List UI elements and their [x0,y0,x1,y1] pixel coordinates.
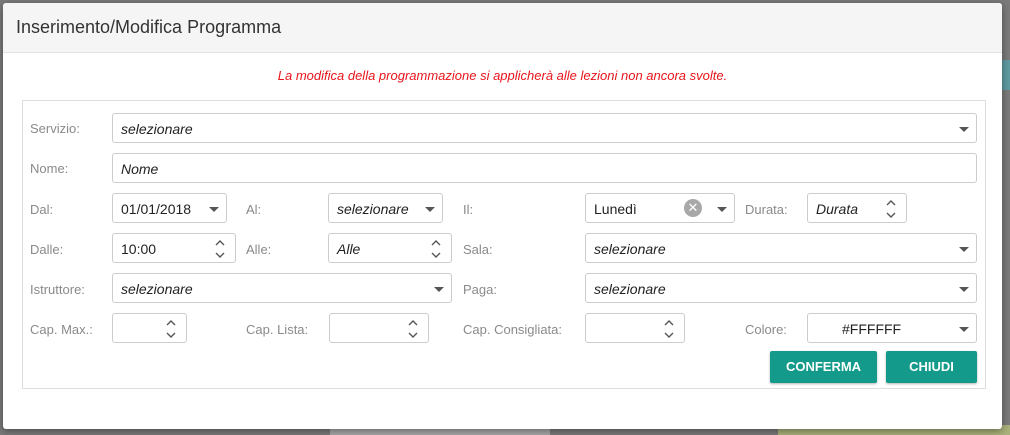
servizio-value: selezionare [121,121,193,137]
colore-value: #FFFFFF [842,321,902,337]
colore-select[interactable]: #FFFFFF [807,313,977,343]
durata-label: Durata: [745,202,788,217]
il-day-select[interactable]: Lunedì ✕ [585,193,735,223]
close-button[interactable]: CHIUDI [886,351,977,383]
dalle-time-stepper[interactable]: 10:00 [112,233,236,263]
sala-select[interactable]: selezionare [585,233,977,263]
dalle-label: Dalle: [30,242,64,257]
il-value: Lunedì [594,201,637,217]
dialog-header: Inserimento/Modifica Programma [3,3,1002,53]
program-form: Servizio: selezionare Nome: Nome Dal: 01… [22,100,986,389]
paga-value: selezionare [594,281,666,297]
chevron-down-icon [434,287,444,292]
nome-label: Nome: [30,161,69,176]
chevron-down-icon [425,207,435,212]
paga-select[interactable]: selezionare [585,273,977,303]
dal-value: 01/01/2018 [121,201,192,217]
al-label: Al: [246,202,262,217]
servizio-select[interactable]: selezionare [112,113,977,143]
chevron-down-icon [959,247,969,252]
chevron-down-icon [959,327,969,332]
al-date-select[interactable]: selezionare [328,193,443,223]
alle-placeholder: Alle [337,241,361,257]
program-dialog: Inserimento/Modifica Programma La modifi… [3,3,1002,429]
durata-placeholder: Durata [816,201,859,217]
colore-label: Colore: [745,322,787,337]
chevron-down-icon [959,127,969,132]
sala-label: Sala: [463,242,493,257]
spinner-arrows-icon[interactable] [408,318,418,340]
spinner-arrows-icon[interactable] [166,318,176,340]
dialog-title: Inserimento/Modifica Programma [16,17,282,37]
chevron-down-icon [717,207,727,212]
spinner-arrows-icon[interactable] [886,198,896,220]
cap-max-stepper[interactable] [112,313,187,343]
al-value: selezionare [337,201,409,217]
cap-lista-label: Cap. Lista: [246,322,309,337]
nome-input[interactable]: Nome [112,153,977,183]
istruttore-select[interactable]: selezionare [112,273,452,303]
spinner-arrows-icon[interactable] [664,318,674,340]
confirm-button[interactable]: CONFERMA [770,351,877,383]
chevron-down-icon [209,207,219,212]
notice-message: La modifica della programmazione si appl… [277,68,728,83]
alle-label: Alle: [246,242,272,257]
dalle-value: 10:00 [121,241,157,257]
istruttore-label: Istruttore: [30,282,85,297]
clear-icon[interactable]: ✕ [684,199,702,217]
cap-consigliata-stepper[interactable] [585,313,685,343]
dal-date-select[interactable]: 01/01/2018 [112,193,227,223]
spinner-arrows-icon[interactable] [431,238,441,260]
servizio-label: Servizio: [30,121,80,136]
cap-lista-stepper[interactable] [329,313,429,343]
sala-value: selezionare [594,241,666,257]
cap-max-label: Cap. Max.: [30,322,93,337]
paga-label: Paga: [463,282,497,297]
nome-placeholder: Nome [121,161,159,177]
spinner-arrows-icon[interactable] [215,238,225,260]
cap-consigliata-label: Cap. Consigliata: [463,322,562,337]
durata-stepper[interactable]: Durata [807,193,907,223]
istruttore-value: selezionare [121,281,193,297]
dal-label: Dal: [30,202,54,217]
il-label: Il: [463,202,474,217]
chevron-down-icon [959,287,969,292]
alle-time-stepper[interactable]: Alle [328,233,452,263]
